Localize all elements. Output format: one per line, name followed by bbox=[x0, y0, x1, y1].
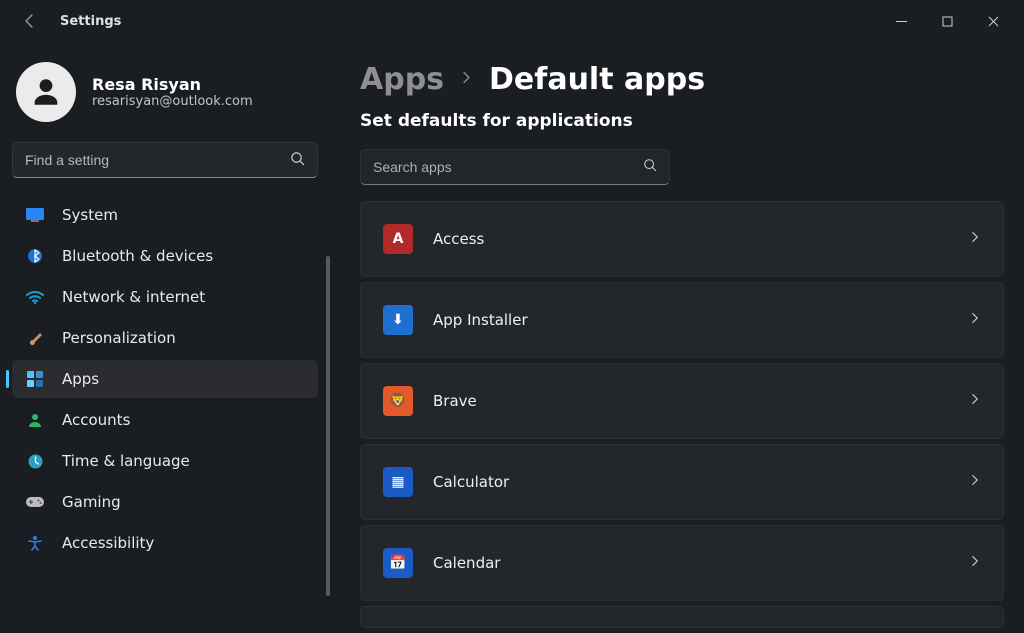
chevron-right-icon bbox=[969, 555, 981, 571]
user-email: resarisyan@outlook.com bbox=[92, 94, 253, 109]
settings-search[interactable] bbox=[12, 142, 318, 178]
gamepad-icon bbox=[26, 493, 44, 511]
clock-globe-icon bbox=[26, 452, 44, 470]
person-icon bbox=[26, 411, 44, 429]
grid-icon bbox=[26, 370, 44, 388]
app-row-access[interactable]: A Access bbox=[360, 201, 1004, 277]
wifi-icon bbox=[26, 288, 44, 306]
sidebar-item-label: Apps bbox=[62, 370, 99, 388]
sidebar-item-label: Accessibility bbox=[62, 534, 154, 552]
app-row-calculator[interactable]: ▦ Calculator bbox=[360, 444, 1004, 520]
user-name: Resa Risyan bbox=[92, 75, 253, 94]
apps-search-input[interactable] bbox=[373, 159, 643, 175]
close-icon bbox=[988, 16, 999, 27]
search-icon bbox=[290, 151, 305, 170]
search-icon bbox=[643, 158, 657, 176]
app-label: Calendar bbox=[433, 554, 500, 572]
window-title: Settings bbox=[60, 14, 121, 29]
sidebar-item-label: Time & language bbox=[62, 452, 190, 470]
sidebar-item-accessibility[interactable]: Accessibility bbox=[12, 524, 318, 562]
sidebar-item-label: Gaming bbox=[62, 493, 121, 511]
app-row-next[interactable] bbox=[360, 606, 1004, 628]
system-icon bbox=[26, 206, 44, 224]
app-icon: 🦁 bbox=[383, 386, 413, 416]
sidebar-item-bluetooth-devices[interactable]: Bluetooth & devices bbox=[12, 237, 318, 275]
sidebar-scrollbar[interactable] bbox=[326, 256, 330, 596]
breadcrumb-current: Default apps bbox=[489, 62, 705, 97]
brush-icon bbox=[26, 329, 44, 347]
sidebar-item-system[interactable]: System bbox=[12, 196, 318, 234]
person-icon bbox=[29, 75, 63, 109]
chevron-right-icon bbox=[969, 474, 981, 490]
sidebar-item-label: System bbox=[62, 206, 118, 224]
sidebar-item-label: Accounts bbox=[62, 411, 130, 429]
app-list: A Access ⬇ App Installer 🦁 Brave ▦ Calculator 📅 C… bbox=[360, 201, 1004, 628]
sidebar-nav: System Bluetooth & devices Network & inter… bbox=[12, 196, 318, 562]
sidebar-item-accounts[interactable]: Accounts bbox=[12, 401, 318, 439]
app-icon: ⬇ bbox=[383, 305, 413, 335]
breadcrumb-parent[interactable]: Apps bbox=[360, 62, 444, 97]
app-row-brave[interactable]: 🦁 Brave bbox=[360, 363, 1004, 439]
sidebar-item-time-language[interactable]: Time & language bbox=[12, 442, 318, 480]
chevron-right-icon bbox=[460, 71, 473, 88]
main-content: Apps Default apps Set defaults for appli… bbox=[330, 42, 1024, 633]
sidebar-item-label: Personalization bbox=[62, 329, 176, 347]
app-icon: ▦ bbox=[383, 467, 413, 497]
chevron-right-icon bbox=[969, 231, 981, 247]
breadcrumb: Apps Default apps bbox=[360, 62, 1004, 97]
sidebar-item-personalization[interactable]: Personalization bbox=[12, 319, 318, 357]
minimize-button[interactable] bbox=[878, 5, 924, 37]
apps-search[interactable] bbox=[360, 149, 670, 185]
chevron-right-icon bbox=[969, 312, 981, 328]
sidebar: Resa Risyan resarisyan@outlook.com Syste… bbox=[0, 42, 330, 633]
app-label: Calculator bbox=[433, 473, 509, 491]
sidebar-item-network-internet[interactable]: Network & internet bbox=[12, 278, 318, 316]
avatar bbox=[16, 62, 76, 122]
settings-search-input[interactable] bbox=[25, 152, 290, 168]
user-profile[interactable]: Resa Risyan resarisyan@outlook.com bbox=[12, 54, 318, 142]
section-subtitle: Set defaults for applications bbox=[360, 111, 1004, 131]
app-icon: 📅 bbox=[383, 548, 413, 578]
sidebar-item-label: Network & internet bbox=[62, 288, 205, 306]
maximize-icon bbox=[942, 16, 953, 27]
app-icon: A bbox=[383, 224, 413, 254]
app-label: Access bbox=[433, 230, 484, 248]
maximize-button[interactable] bbox=[924, 5, 970, 37]
app-row-app-installer[interactable]: ⬇ App Installer bbox=[360, 282, 1004, 358]
app-label: Brave bbox=[433, 392, 477, 410]
bluetooth-icon bbox=[26, 247, 44, 265]
accessibility-icon bbox=[26, 534, 44, 552]
title-bar: Settings bbox=[0, 0, 1024, 42]
selection-indicator bbox=[6, 370, 9, 388]
arrow-left-icon bbox=[22, 13, 38, 29]
close-button[interactable] bbox=[970, 5, 1016, 37]
app-label: App Installer bbox=[433, 311, 528, 329]
sidebar-item-apps[interactable]: Apps bbox=[12, 360, 318, 398]
sidebar-item-label: Bluetooth & devices bbox=[62, 247, 213, 265]
minimize-icon bbox=[896, 16, 907, 27]
back-button[interactable] bbox=[18, 9, 42, 33]
chevron-right-icon bbox=[969, 393, 981, 409]
app-row-calendar[interactable]: 📅 Calendar bbox=[360, 525, 1004, 601]
sidebar-item-gaming[interactable]: Gaming bbox=[12, 483, 318, 521]
